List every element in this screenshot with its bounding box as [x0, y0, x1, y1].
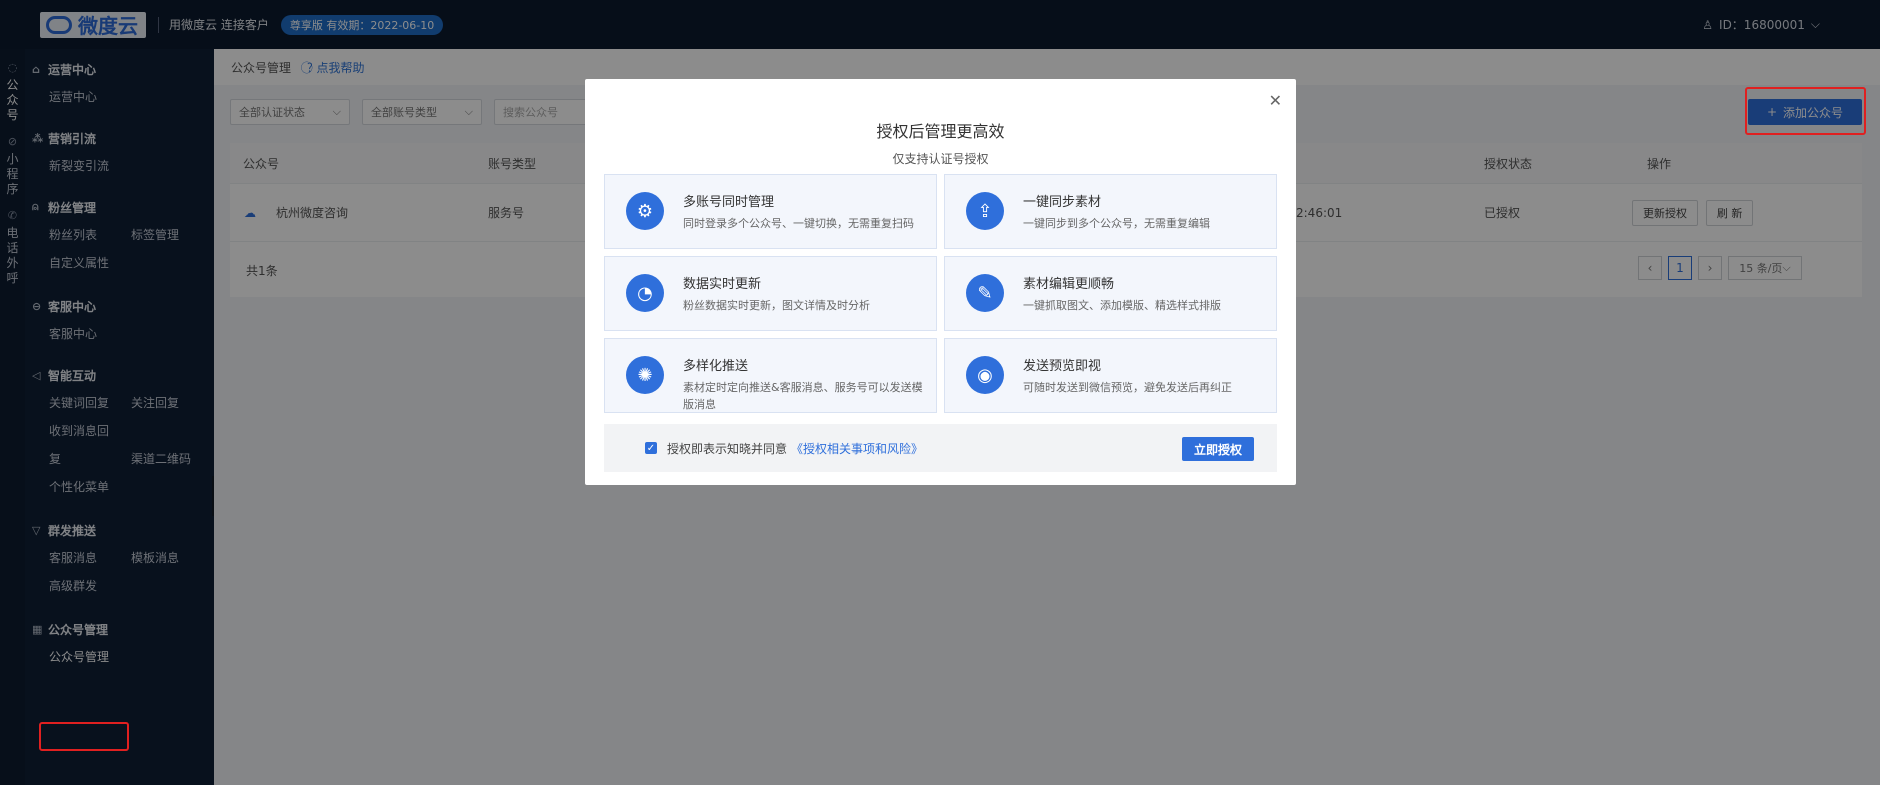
highlight-add-button: [1745, 87, 1866, 135]
modal-subtitle: 仅支持认证号授权: [892, 152, 989, 166]
modal-footer: ✓ 授权即表示知晓并同意 《授权相关事项和风险》 立即授权: [604, 424, 1277, 472]
agree-text: 授权即表示知晓并同意 《授权相关事项和风险》: [667, 441, 924, 456]
modal-title: 授权后管理更高效: [876, 122, 1005, 141]
feature-grid: ⚙ 多账号同时管理 同时登录多个公众号、一键切换，无需重复扫码 ⇪ 一键同步素材一…: [604, 174, 1277, 413]
feature-card: ✎ 素材编辑更顺畅 一键抓取图文、添加模版、精选样式排版: [944, 256, 1277, 331]
feature-card: ◔ 数据实时更新 粉丝数据实时更新，图文详情及时分析: [604, 256, 937, 331]
highlight-sidebar-item: [39, 722, 129, 751]
pie-chart-icon: ◔: [626, 274, 664, 312]
feature-card: ⚙ 多账号同时管理 同时登录多个公众号、一键切换，无需重复扫码: [604, 174, 937, 249]
eye-icon: ◉: [966, 356, 1004, 394]
terms-link[interactable]: 《授权相关事项和风险》: [791, 442, 923, 456]
pen-icon: ✎: [966, 274, 1004, 312]
upload-icon: ⇪: [966, 192, 1004, 230]
authorization-modal: ✕ 授权后管理更高效 仅支持认证号授权 ⚙ 多账号同时管理 同时登录多个公众号、一…: [585, 79, 1296, 485]
feature-card: ⇪ 一键同步素材 一键同步到多个公众号，无需重复编辑: [944, 174, 1277, 249]
close-icon[interactable]: ✕: [1269, 91, 1282, 110]
broadcast-icon: ✺: [626, 356, 664, 394]
feature-card: ◉ 发送预览即视 可随时发送到微信预览，避免发送后再纠正: [944, 338, 1277, 413]
gear-icon: ⚙: [626, 192, 664, 230]
agree-checkbox[interactable]: ✓: [645, 442, 657, 454]
feature-card: ✺ 多样化推送 素材定时定向推送&客服消息、服务号可以发送模版消息: [604, 338, 937, 413]
authorize-now-button[interactable]: 立即授权: [1182, 437, 1254, 461]
